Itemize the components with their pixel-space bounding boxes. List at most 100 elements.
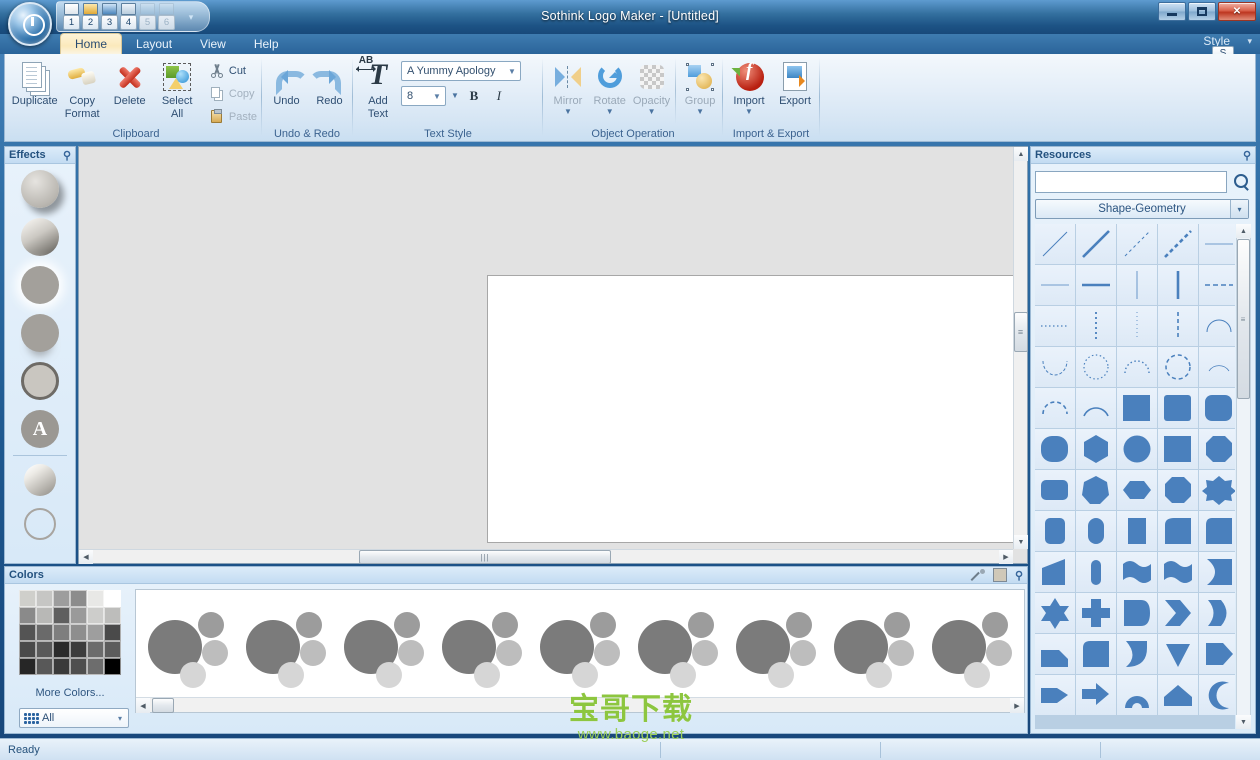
chevron-down-icon[interactable]: ▾ xyxy=(1230,200,1248,218)
minimize-button[interactable] xyxy=(1158,2,1186,21)
shape-cell-line-horiz-thick[interactable] xyxy=(1076,265,1116,305)
color-swatch[interactable] xyxy=(36,624,53,641)
color-filter-combo[interactable]: All ▾ xyxy=(19,708,129,728)
shape-cell-parallelogram[interactable] xyxy=(1035,634,1075,674)
shape-cell-arc-thick[interactable] xyxy=(1076,388,1116,428)
effect-bevel[interactable] xyxy=(5,213,75,261)
color-swatch[interactable] xyxy=(53,607,70,624)
color-swatch[interactable] xyxy=(53,658,70,675)
shape-cell-line-diag-thick[interactable] xyxy=(1076,224,1116,264)
color-swatch-grid[interactable] xyxy=(19,590,121,675)
color-swatch[interactable] xyxy=(104,607,121,624)
chevron-down-icon[interactable]: ▼ xyxy=(696,109,704,115)
shape-cell-moon-thin[interactable] xyxy=(1199,675,1235,715)
tab-view[interactable]: View xyxy=(186,35,240,54)
color-swatch[interactable] xyxy=(36,607,53,624)
shape-cell-flag-wave2[interactable] xyxy=(1158,552,1198,592)
color-swatch[interactable] xyxy=(70,590,87,607)
color-swatch[interactable] xyxy=(36,590,53,607)
shape-cell-hexagon-wide[interactable] xyxy=(1117,470,1157,510)
qat-save-button[interactable]: 3 xyxy=(101,3,118,31)
shape-cell-rect-round[interactable] xyxy=(1035,470,1075,510)
chevron-down-icon[interactable]: ▼ xyxy=(648,109,656,115)
color-swatch[interactable] xyxy=(87,641,104,658)
strip-scroll-right-button[interactable]: ▶ xyxy=(1010,698,1024,713)
copy-format-button[interactable]: Copy Format xyxy=(58,58,105,120)
maximize-button[interactable] xyxy=(1188,2,1216,21)
shape-cell-line-vert-dot[interactable] xyxy=(1076,306,1116,346)
effect-gradient[interactable] xyxy=(5,458,75,502)
shape-cell-square[interactable] xyxy=(1117,388,1157,428)
scroll-up-button[interactable]: ▲ xyxy=(1014,147,1028,161)
duplicate-button[interactable]: Duplicate xyxy=(11,58,58,107)
shape-cell-line-vert-thick[interactable] xyxy=(1158,265,1198,305)
resources-scroll-up-button[interactable]: ▲ xyxy=(1236,224,1251,238)
qat-save-as-button[interactable]: 4 xyxy=(120,3,137,31)
effect-hollow[interactable] xyxy=(5,502,75,546)
canvas-area[interactable]: ▲ ▼ ≡ ◀ ▶ ||| xyxy=(78,146,1028,564)
color-swatch[interactable] xyxy=(53,641,70,658)
color-swatch[interactable] xyxy=(87,590,104,607)
opacity-button[interactable]: Opacity ▼ xyxy=(631,58,673,115)
shape-cell-quad-round[interactable] xyxy=(1158,511,1198,551)
shape-cell-rect-notch[interactable] xyxy=(1117,511,1157,551)
shape-thumbnail-grid[interactable] xyxy=(1035,224,1235,729)
font-size-combo[interactable]: 8 ▼ xyxy=(401,86,446,106)
shape-cell-square-round-bl[interactable] xyxy=(1076,634,1116,674)
close-button[interactable]: ✕ xyxy=(1218,2,1256,21)
shape-cell-square-round-sm[interactable] xyxy=(1158,388,1198,428)
logo-thumb-4[interactable] xyxy=(430,590,528,698)
shape-cell-line-horiz-dot[interactable] xyxy=(1035,306,1075,346)
shape-cell-trapezoid[interactable] xyxy=(1035,552,1075,592)
shape-cell-square-round-corner[interactable] xyxy=(1158,429,1198,469)
letter-spacing-button[interactable]: AB ▼ xyxy=(451,93,459,99)
effect-text[interactable]: A xyxy=(5,405,75,453)
canvas-horizontal-scrollbar[interactable]: ◀ ▶ ||| xyxy=(79,549,1013,563)
color-swatch[interactable] xyxy=(36,658,53,675)
color-swatch[interactable] xyxy=(19,607,36,624)
shape-cell-circle[interactable] xyxy=(1117,429,1157,469)
document-page[interactable] xyxy=(487,275,1017,543)
qat-open-button[interactable]: 2 xyxy=(82,3,99,31)
chevron-down-icon[interactable]: ▾ xyxy=(118,714,122,723)
font-family-combo[interactable]: A Yummy Apology ▼ xyxy=(401,61,521,81)
logo-thumb-5[interactable] xyxy=(528,590,626,698)
shape-cell-hexagon[interactable] xyxy=(1076,429,1116,469)
chevron-down-icon[interactable]: ▼ xyxy=(504,62,520,80)
effect-drop-shadow[interactable] xyxy=(5,165,75,213)
shape-cell-line-diag-dash-bold[interactable] xyxy=(1158,224,1198,264)
shape-cell-line-horiz-dash[interactable] xyxy=(1199,265,1235,305)
shape-cell-cross[interactable] xyxy=(1076,593,1116,633)
logo-thumb-1[interactable] xyxy=(136,590,234,698)
shape-cell-octagon[interactable] xyxy=(1158,470,1198,510)
color-swatch[interactable] xyxy=(70,624,87,641)
shape-cell-circle-dot[interactable] xyxy=(1076,347,1116,387)
color-swatch[interactable] xyxy=(53,624,70,641)
color-swatch[interactable] xyxy=(104,658,121,675)
canvas-vertical-scrollbar[interactable]: ▲ ▼ ≡ xyxy=(1013,147,1027,549)
chevron-down-icon[interactable]: ▼ xyxy=(606,109,614,115)
group-button[interactable]: Group ▼ xyxy=(679,58,721,115)
app-menu-orb-button[interactable] xyxy=(8,2,52,46)
qat-new-button[interactable]: 1 xyxy=(63,3,80,31)
logo-strip-scrollbar[interactable]: ◀ ▶ xyxy=(136,697,1024,712)
shape-cell-arch-ring[interactable] xyxy=(1117,675,1157,715)
shape-cell-circle-dash[interactable] xyxy=(1158,347,1198,387)
vertical-scroll-thumb[interactable]: ≡ xyxy=(1014,312,1028,352)
resources-scroll-thumb[interactable]: ≡ xyxy=(1237,239,1250,399)
color-swatch[interactable] xyxy=(87,624,104,641)
color-swatch[interactable] xyxy=(104,624,121,641)
logo-thumb-3[interactable] xyxy=(332,590,430,698)
shape-cell-arc-dot[interactable] xyxy=(1117,347,1157,387)
shape-cell-line-vert-thin2[interactable] xyxy=(1117,306,1157,346)
shape-cell-arrow-chevron[interactable] xyxy=(1158,593,1198,633)
effect-outer-glow[interactable] xyxy=(5,261,75,309)
color-swatch[interactable] xyxy=(104,590,121,607)
shape-cell-arrow-bent[interactable] xyxy=(1076,675,1116,715)
pin-icon[interactable]: ⚲ xyxy=(63,149,71,162)
resources-vertical-scrollbar[interactable]: ▲ ▼ ≡ xyxy=(1236,224,1251,729)
rotate-button[interactable]: Rotate ▼ xyxy=(589,58,631,115)
logo-thumb-2[interactable] xyxy=(234,590,332,698)
undo-button[interactable]: Undo xyxy=(265,58,308,107)
shape-cell-circle-squarish[interactable] xyxy=(1035,429,1075,469)
